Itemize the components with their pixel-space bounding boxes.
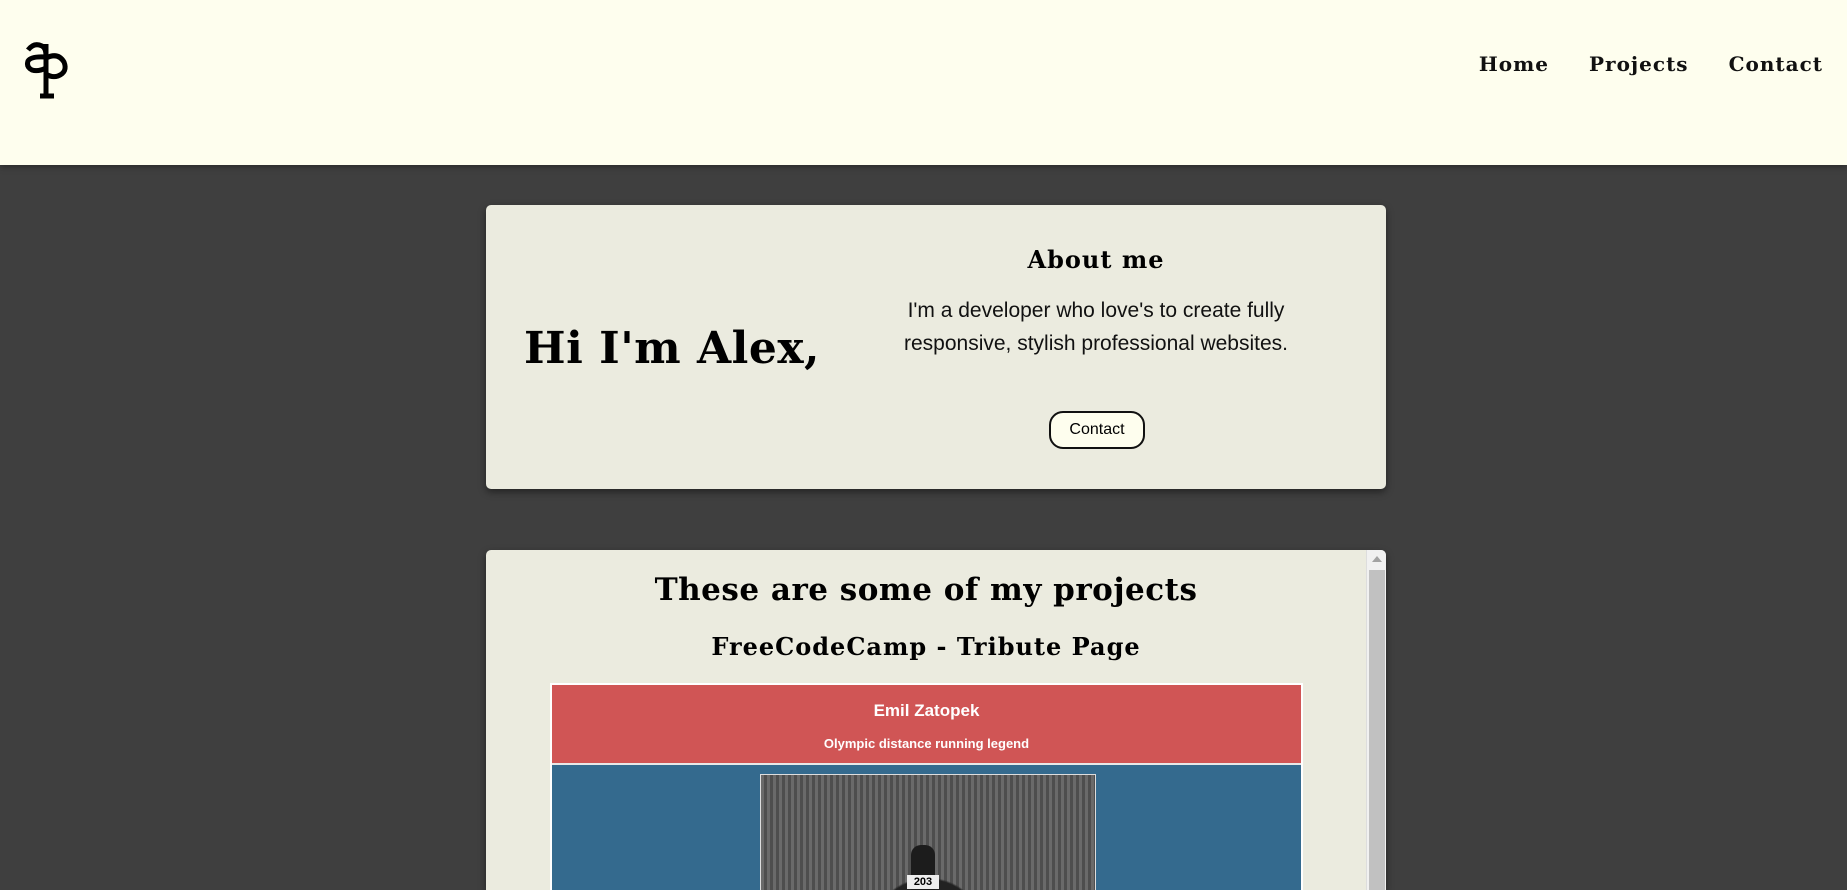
nav-contact-link[interactable]: Contact (1729, 52, 1823, 76)
project-name: FreeCodeCamp - Tribute Page (711, 632, 1141, 661)
projects-scrollbar[interactable] (1366, 550, 1386, 890)
about-title: About me (1027, 245, 1165, 274)
projects-title: These are some of my projects (654, 572, 1198, 608)
nav-projects-link[interactable]: Projects (1589, 52, 1689, 76)
about-text: I'm a developer who love's to create ful… (903, 299, 1288, 355)
preview-header: Emil Zatopek Olympic distance running le… (552, 685, 1301, 765)
preview-subtitle: Olympic distance running legend (823, 736, 1030, 751)
site-header: Home Projects Contact (0, 0, 1847, 165)
nav-home-link[interactable]: Home (1479, 52, 1549, 76)
main-nav: Home Projects Contact (1479, 52, 1823, 76)
projects-scroll-area[interactable]: These are some of my projects FreeCodeCa… (486, 550, 1366, 890)
logo-mark (25, 42, 68, 99)
scroll-up-icon[interactable] (1372, 556, 1382, 562)
runner-bib: 203 (907, 875, 939, 889)
about-card: Hi I'm Alex, About me I'm a developer wh… (486, 205, 1386, 489)
hero-greeting: Hi I'm Alex, (524, 323, 820, 374)
preview-title: Emil Zatopek (873, 701, 980, 720)
about-column: About me I'm a developer who love's to c… (886, 245, 1306, 360)
project-preview[interactable]: Emil Zatopek Olympic distance running le… (550, 683, 1303, 890)
scroll-thumb[interactable] (1369, 570, 1385, 890)
ap-monogram-icon[interactable] (24, 36, 72, 100)
contact-button[interactable]: Contact (1049, 411, 1145, 449)
projects-card: These are some of my projects FreeCodeCa… (486, 550, 1386, 890)
